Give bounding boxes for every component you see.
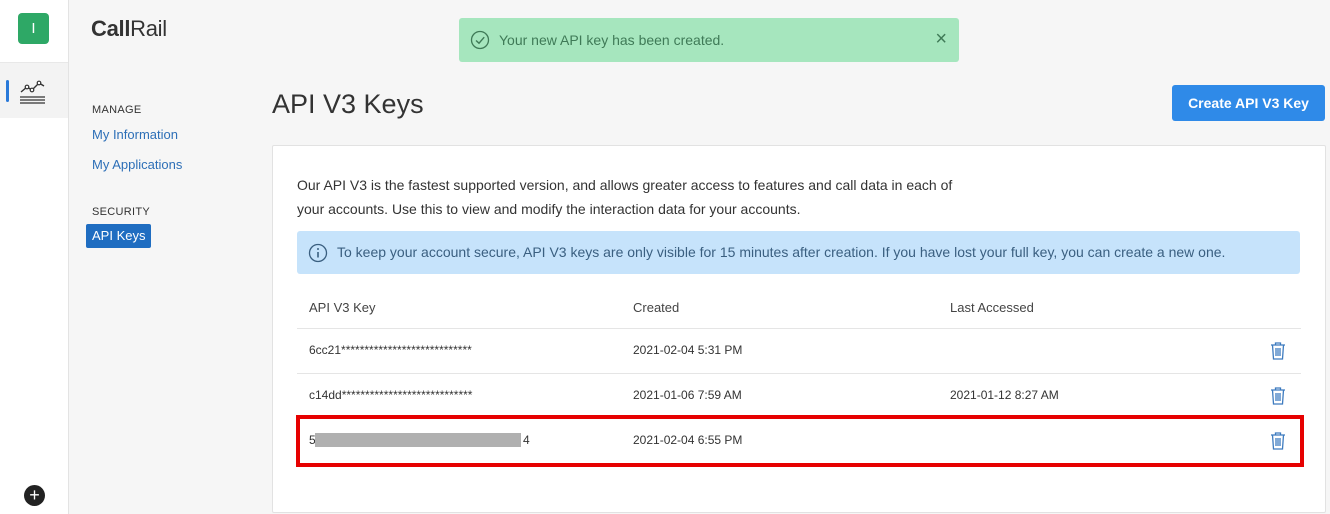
new-key-highlight-box [296,415,1304,467]
api-key-value: 6cc21**************************** [309,343,472,357]
trash-icon[interactable] [1269,341,1287,361]
success-toast: Your new API key has been created. × [459,18,959,62]
page-title: API V3 Keys [272,89,424,119]
toast-message: Your new API key has been created. [499,32,725,48]
info-banner: To keep your account secure, API V3 keys… [297,231,1300,274]
analytics-chart-icon[interactable] [18,78,46,106]
callrail-logo[interactable]: CallRail [91,16,167,42]
nav-heading-manage: MANAGE [92,104,142,116]
api-key-value: c14dd**************************** [309,388,473,402]
check-circle-icon [470,30,490,50]
nav-heading-security: SECURITY [92,206,151,218]
nav-link-my-applications[interactable]: My Applications [92,157,182,172]
plus-circle-icon[interactable]: + [24,485,45,506]
create-api-key-button[interactable]: Create API V3 Key [1172,85,1325,121]
last-accessed-date: 2021-01-12 8:27 AM [950,388,1059,402]
column-header-last-accessed: Last Accessed [950,300,1034,315]
column-header-key: API V3 Key [309,300,376,315]
user-avatar[interactable]: I [18,13,49,44]
column-header-created: Created [633,300,680,315]
nav-link-api-keys[interactable]: API Keys [86,224,152,248]
close-icon[interactable]: × [935,28,947,50]
info-icon [308,243,328,263]
table-row: 6cc21**************************** 2021-0… [297,328,1301,373]
table-row: c14dd**************************** 2021-0… [297,373,1301,418]
rail-active-indicator [6,80,9,102]
created-date: 2021-01-06 7:59 AM [633,388,742,402]
card-description: Our API V3 is the fastest supported vers… [297,177,953,217]
app-rail: I + [0,0,69,514]
info-text: To keep your account secure, API V3 keys… [337,244,1226,260]
created-date: 2021-02-04 5:31 PM [633,343,743,357]
trash-icon[interactable] [1269,386,1287,406]
nav-link-my-information[interactable]: My Information [92,127,178,142]
